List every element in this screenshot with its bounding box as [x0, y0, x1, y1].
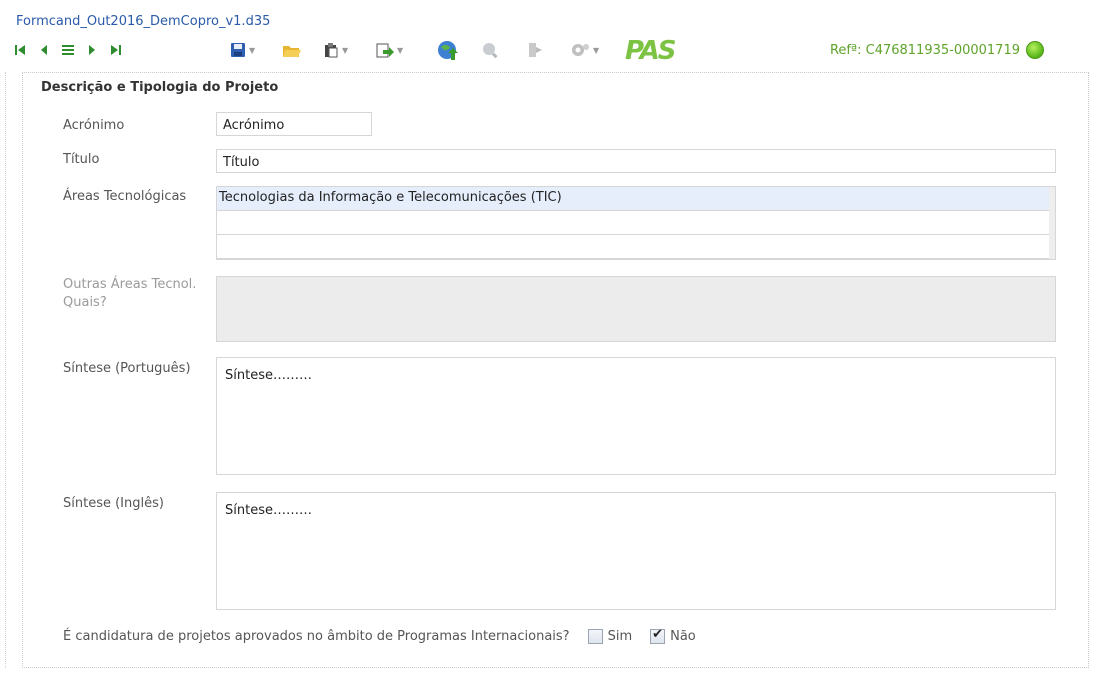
next-icon[interactable]	[87, 40, 97, 60]
export-icon[interactable]: ▼	[376, 40, 403, 60]
project-panel: Descrição e Tipologia do Projeto Acrónim…	[22, 72, 1089, 668]
toolbar: ▼ ▼ ▼ ▼ PAS Refª: C476811935-00001719	[14, 36, 1084, 66]
reference-text: Refª: C476811935-00001719	[829, 42, 1020, 58]
sintese-pt-label: Síntese (Português)	[63, 361, 191, 376]
list-item[interactable]	[217, 211, 1049, 235]
sintese-en-label: Síntese (Inglês)	[63, 496, 164, 511]
exit-icon[interactable]	[527, 40, 543, 60]
list-icon[interactable]	[61, 40, 75, 60]
areas-label: Áreas Tecnológicas	[63, 189, 187, 204]
titulo-input[interactable]: Título	[216, 149, 1056, 173]
status-indicator	[1026, 41, 1044, 59]
international-question: É candidatura de projetos aprovados no â…	[63, 627, 696, 644]
search-icon[interactable]	[481, 40, 499, 60]
outras-areas-input	[216, 276, 1056, 342]
prev-icon[interactable]	[39, 40, 49, 60]
sintese-pt-textarea[interactable]: Síntese………	[216, 357, 1056, 475]
nao-label[interactable]: Não	[670, 629, 696, 644]
file-title: Formcand_Out2016_DemCopro_v1.d35	[16, 14, 271, 29]
chevron-down-icon[interactable]: ▼	[342, 46, 348, 55]
paste-icon[interactable]: ▼	[323, 40, 348, 60]
chevron-down-icon[interactable]: ▼	[593, 46, 599, 55]
chevron-down-icon[interactable]: ▼	[249, 46, 255, 55]
outras-label-line2: Quais?	[63, 295, 107, 310]
acronimo-label: Acrónimo	[63, 118, 125, 133]
section-title: Descrição e Tipologia do Projeto	[41, 80, 279, 95]
settings-icon[interactable]: ▼	[570, 40, 599, 60]
first-icon[interactable]	[14, 40, 26, 60]
pas-logo: PAS	[625, 36, 677, 66]
chevron-down-icon[interactable]: ▼	[397, 46, 403, 55]
titulo-label: Título	[63, 152, 100, 167]
outras-label: Outras Áreas Tecnol. Quais?	[63, 276, 196, 312]
open-icon[interactable]	[282, 40, 302, 60]
sim-checkbox[interactable]	[587, 629, 603, 644]
sim-label[interactable]: Sim	[608, 629, 633, 644]
acronimo-input[interactable]: Acrónimo	[216, 112, 372, 136]
reference: Refª: C476811935-00001719	[830, 41, 1044, 59]
areas-list[interactable]: Tecnologias da Informação e Telecomunica…	[216, 186, 1056, 260]
globe-upload-icon[interactable]	[437, 40, 459, 60]
save-icon[interactable]: ▼	[230, 40, 255, 60]
left-divider	[5, 72, 6, 668]
nao-checkbox[interactable]	[650, 627, 666, 644]
outras-label-line1: Outras Áreas Tecnol.	[63, 277, 197, 292]
last-icon[interactable]	[110, 40, 122, 60]
question-text: É candidatura de projetos aprovados no â…	[63, 629, 570, 644]
list-item[interactable]: Tecnologias da Informação e Telecomunica…	[217, 187, 1049, 211]
list-item[interactable]	[217, 235, 1049, 259]
sintese-en-textarea[interactable]: Síntese………	[216, 492, 1056, 610]
